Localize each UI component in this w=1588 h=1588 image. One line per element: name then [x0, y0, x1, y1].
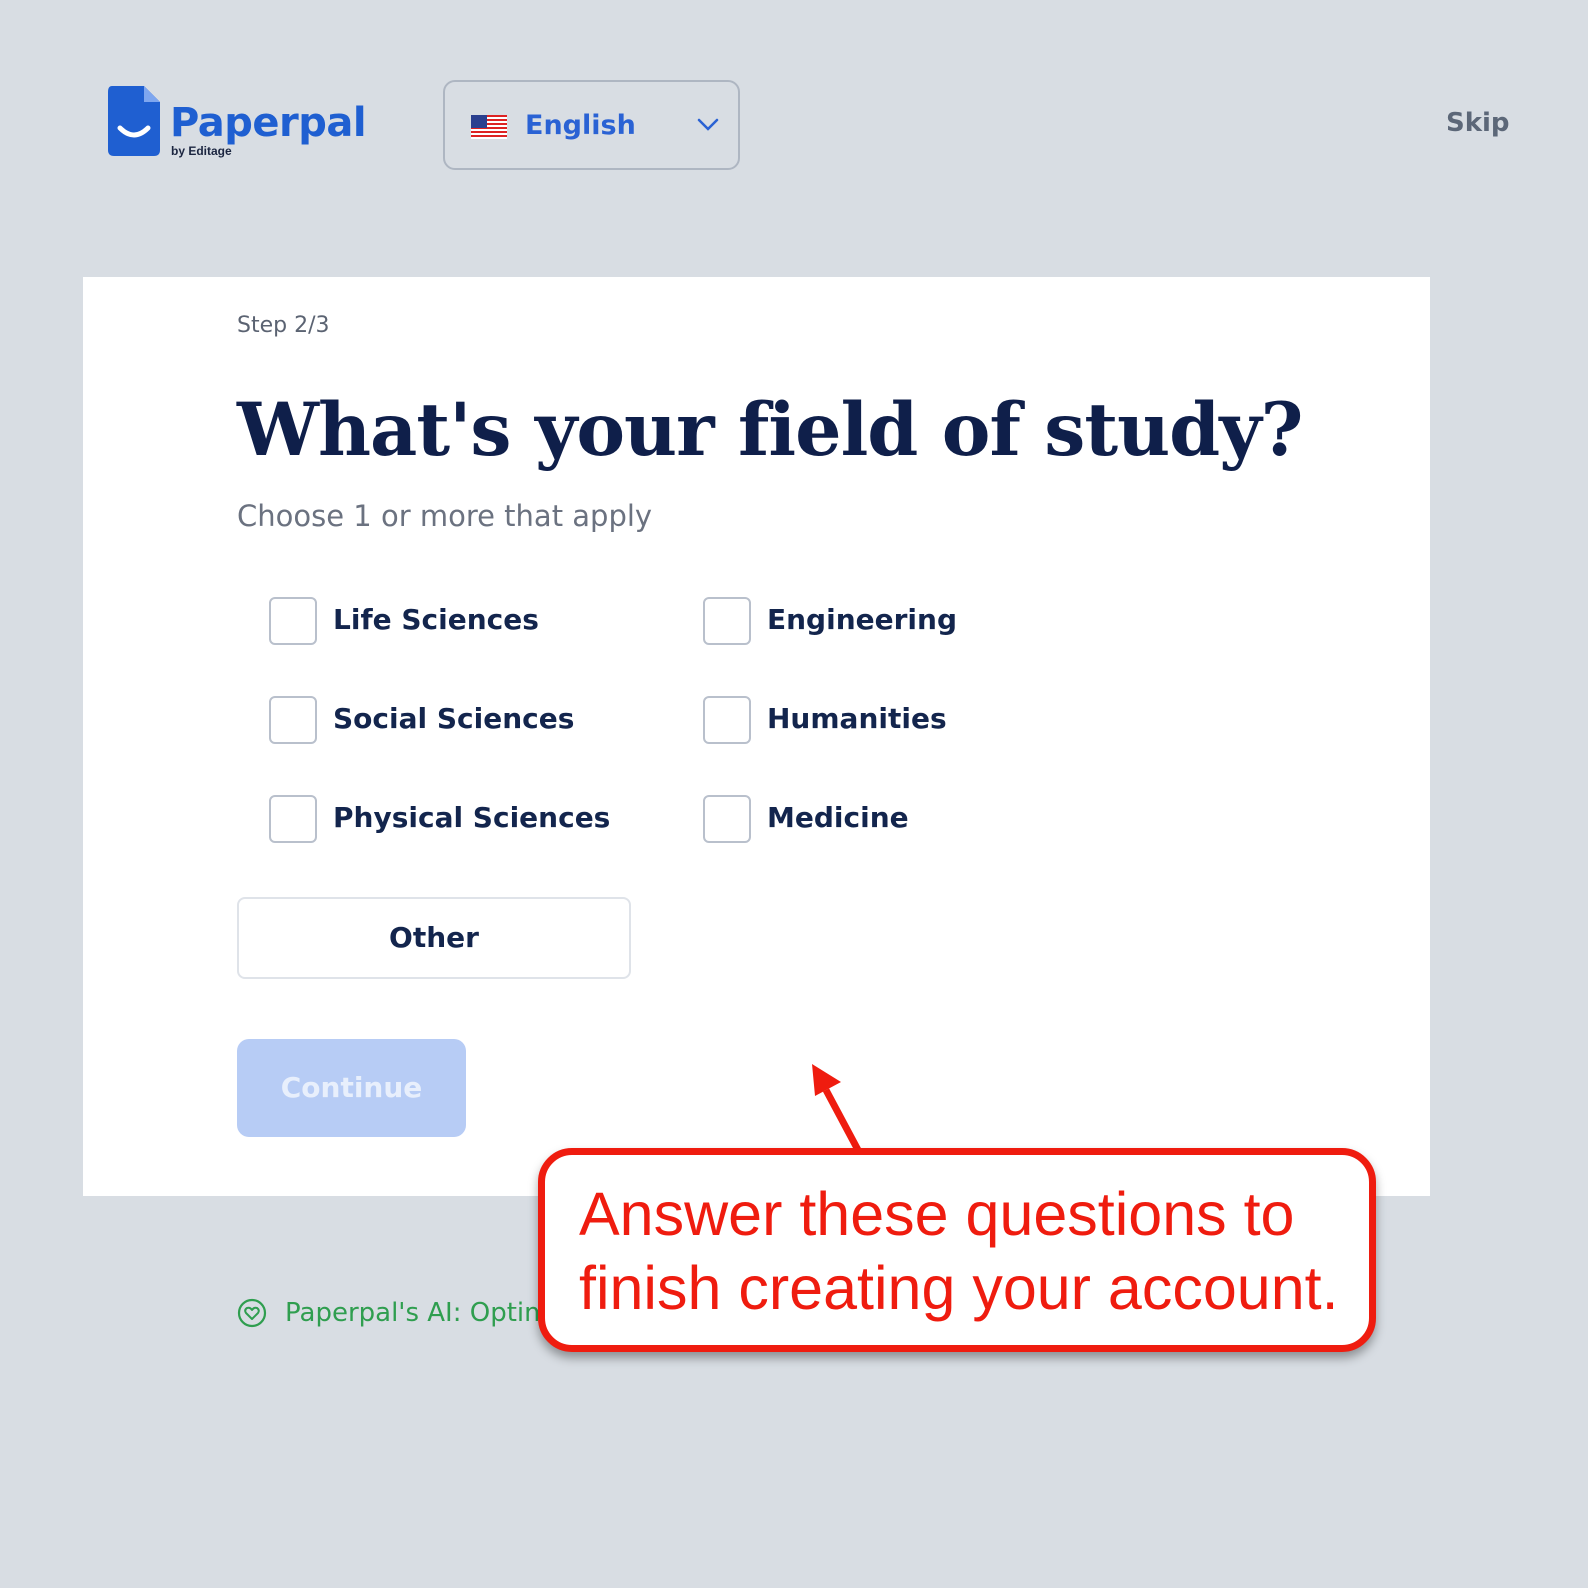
language-label: English [525, 110, 636, 141]
checkbox[interactable] [703, 795, 751, 843]
callout-text: Answer these questions to finish creatin… [579, 1177, 1339, 1325]
option-label: Life Sciences [333, 603, 539, 636]
option-label: Physical Sciences [333, 801, 611, 834]
checkbox[interactable] [269, 696, 317, 744]
checkbox[interactable] [703, 696, 751, 744]
footer-text: Paperpal's AI: Optim [285, 1298, 550, 1328]
chevron-down-icon [697, 118, 719, 131]
page-title: What's your field of study? [237, 387, 1303, 473]
annotation-callout: Answer these questions to finish creatin… [538, 1148, 1376, 1352]
onboarding-card: Step 2/3 What's your field of study? Cho… [83, 277, 1430, 1196]
page-subtitle: Choose 1 or more that apply [237, 499, 653, 533]
paperpal-doc-icon [108, 86, 160, 156]
language-select[interactable]: English [443, 80, 740, 170]
option-label: Social Sciences [333, 702, 575, 735]
option-label: Humanities [767, 702, 947, 735]
step-indicator: Step 2/3 [237, 313, 330, 338]
us-flag-icon [471, 115, 507, 139]
skip-button[interactable]: Skip [1446, 108, 1510, 138]
heart-shield-icon [237, 1298, 267, 1328]
paperpal-logo: Paperpal by Editage [108, 86, 368, 166]
option-label: Medicine [767, 801, 909, 834]
checkbox[interactable] [269, 795, 317, 843]
checkbox[interactable] [269, 597, 317, 645]
logo-subtext: by Editage [171, 144, 232, 158]
continue-button[interactable]: Continue [237, 1039, 466, 1137]
checkbox[interactable] [703, 597, 751, 645]
logo-text: Paperpal [170, 100, 367, 146]
callout-line-2: finish creating your account. [579, 1254, 1339, 1322]
option-label: Engineering [767, 603, 957, 636]
other-button[interactable]: Other [237, 897, 631, 979]
callout-line-1: Answer these questions to [579, 1180, 1295, 1248]
